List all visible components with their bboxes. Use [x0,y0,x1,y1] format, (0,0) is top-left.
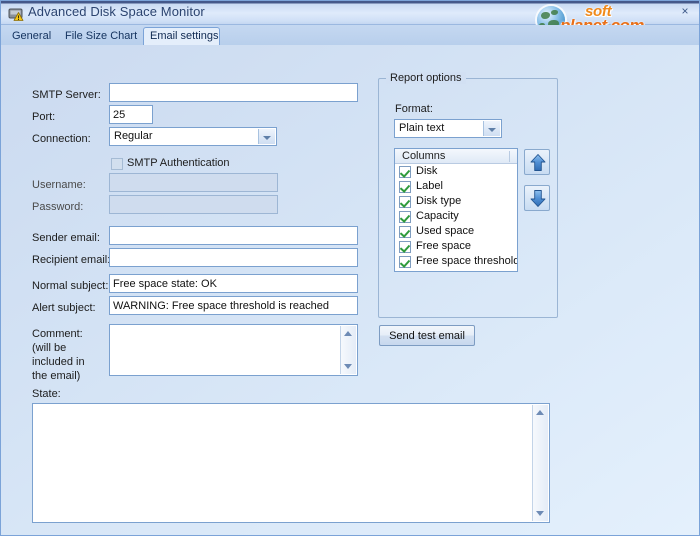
comment-label-line4: the email) [32,370,81,382]
column-label: Free space [416,240,472,252]
list-item[interactable]: Free space threshold [395,254,517,269]
chevron-down-icon[interactable] [258,129,275,144]
state-scrollbar[interactable] [532,405,548,521]
smtp-server-label: SMTP Server: [32,89,101,101]
list-item[interactable]: Free space [395,239,517,254]
list-item[interactable]: Disk [395,164,517,179]
move-column-down-button[interactable] [524,185,550,211]
column-checkbox-used-space[interactable] [399,226,411,238]
column-label: Capacity [416,210,459,222]
tab-file-size-chart[interactable]: File Size Chart [59,28,141,45]
column-label: Disk type [416,195,462,207]
columns-list[interactable]: Columns Disk Label Disk type Capacity Us… [394,148,518,272]
disk-warning-icon [8,8,24,21]
scroll-up-icon[interactable] [341,326,356,341]
list-item[interactable]: Label [395,179,517,194]
sender-email-input[interactable] [109,226,358,245]
username-label: Username: [32,179,86,191]
connection-select[interactable]: Regular [109,127,277,146]
email-settings-panel: SMTP Server: Port: Connection: Regular S… [6,50,694,530]
move-column-up-button[interactable] [524,149,550,175]
close-icon[interactable]: × [678,5,692,18]
list-item[interactable]: Disk type [395,194,517,209]
watermark-text-soft: soft [585,3,612,20]
comment-textarea[interactable] [109,324,358,376]
password-input [109,195,278,214]
column-label: Free space threshold [416,255,518,267]
columns-list-header: Columns [395,149,517,164]
columns-header-label: Columns [402,150,446,162]
format-select[interactable]: Plain text [394,119,502,138]
list-item[interactable]: Used space [395,224,517,239]
column-checkbox-label[interactable] [399,181,411,193]
smtp-server-input[interactable] [109,83,358,102]
tab-bar: General File Size Chart Email settings [1,25,699,46]
alert-subject-label: Alert subject: [32,302,96,314]
connection-value: Regular [114,130,153,142]
username-input [109,173,278,192]
column-label: Label [416,180,443,192]
normal-subject-label: Normal subject: [32,280,109,292]
arrow-up-icon [530,154,546,171]
column-checkbox-free-space[interactable] [399,241,411,253]
comment-label-line2: (will be [32,342,67,354]
window-title: Advanced Disk Space Monitor [28,4,205,19]
normal-subject-input[interactable] [109,274,358,293]
connection-label: Connection: [32,133,91,145]
comment-label-line3: included in [32,356,85,368]
comment-label-line1: Comment: [32,328,83,340]
scroll-down-icon[interactable] [341,359,356,374]
smtp-auth-label: SMTP Authentication [127,157,230,169]
port-label: Port: [32,111,56,123]
send-test-email-button[interactable]: Send test email [379,325,475,346]
column-checkbox-capacity[interactable] [399,211,411,223]
report-options-title: Report options [386,72,466,84]
column-label: Used space [416,225,475,237]
chevron-down-icon[interactable] [483,121,500,136]
sender-email-label: Sender email: [32,232,100,244]
alert-subject-input[interactable] [109,296,358,315]
port-input[interactable] [109,105,153,124]
title-bar: Advanced Disk Space Monitor soft planet.… [1,1,699,35]
arrow-down-icon [530,190,546,207]
recipient-email-label: Recipient email: [32,254,111,266]
column-label: Disk [416,165,438,177]
application-window: Advanced Disk Space Monitor soft planet.… [0,0,700,536]
tab-general[interactable]: General [6,28,57,45]
comment-scrollbar[interactable] [340,326,356,374]
column-checkbox-disk[interactable] [399,166,411,178]
format-value: Plain text [399,122,445,134]
password-label: Password: [32,201,84,213]
column-checkbox-free-space-threshold[interactable] [399,256,411,268]
scroll-up-icon[interactable] [533,405,548,420]
smtp-auth-checkbox[interactable] [111,158,123,170]
scroll-down-icon[interactable] [533,506,548,521]
tab-email-settings[interactable]: Email settings [143,27,220,46]
recipient-email-input[interactable] [109,248,358,267]
state-label: State: [32,388,61,400]
column-divider [509,151,510,162]
client-area: SMTP Server: Port: Connection: Regular S… [1,45,699,535]
list-item[interactable]: Capacity [395,209,517,224]
state-textarea[interactable] [32,403,550,523]
column-checkbox-disk-type[interactable] [399,196,411,208]
format-label: Format: [395,103,433,115]
